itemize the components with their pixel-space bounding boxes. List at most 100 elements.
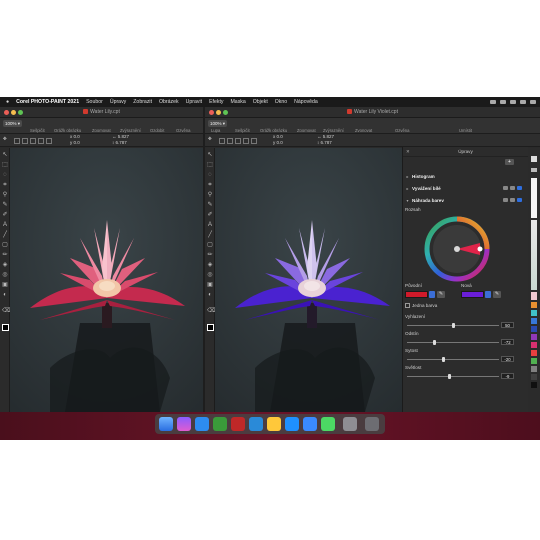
mode-icon[interactable] <box>38 138 44 144</box>
palette-swatch[interactable] <box>531 292 537 300</box>
visibility-icon[interactable] <box>503 186 508 190</box>
palette-swatch[interactable] <box>531 168 537 172</box>
original-eyedropper-icon[interactable]: ✎ <box>437 291 445 298</box>
zoom-tool-icon[interactable]: ⚲ <box>207 192 213 198</box>
clone-tool-icon[interactable]: ◎ <box>2 272 8 278</box>
right-canvas[interactable] <box>215 148 408 412</box>
toolbar-label[interactable]: Zoomovat <box>92 128 111 133</box>
original-color-dropdown[interactable] <box>429 291 435 298</box>
menu-soubor[interactable]: Soubor <box>86 99 103 105</box>
line-tool-icon[interactable]: ╱ <box>207 232 213 238</box>
apple-icon[interactable]: ● <box>6 99 9 105</box>
brush-tool-icon[interactable]: ✐ <box>2 212 8 218</box>
app-icon[interactable] <box>249 417 263 431</box>
paint-tool-icon[interactable]: ✏ <box>207 252 213 258</box>
new-eyedropper-icon[interactable]: ✎ <box>493 291 501 298</box>
mode-icon[interactable] <box>22 138 28 144</box>
lightness-slider-track[interactable] <box>407 376 499 377</box>
toolbar-label[interactable]: Orážk obrázku <box>260 128 287 133</box>
palette-swatch[interactable] <box>531 220 537 290</box>
smoothing-slider-knob[interactable] <box>451 323 455 328</box>
toolbar-label[interactable]: Orážk obrázku <box>54 128 81 133</box>
text-tool-icon[interactable]: A <box>2 222 8 228</box>
corel-app-icon[interactable] <box>213 417 227 431</box>
transparency-tool-icon[interactable]: ◐ <box>207 292 213 298</box>
line-tool-icon[interactable]: ╱ <box>2 232 8 238</box>
effect-tool-icon[interactable]: ▣ <box>2 282 8 288</box>
zoom-select[interactable]: 100% ▾ <box>208 120 228 127</box>
lightness-value[interactable]: -9 <box>501 373 514 379</box>
left-canvas[interactable] <box>10 148 203 412</box>
smoothing-value[interactable]: 50 <box>501 322 514 328</box>
expand-icon[interactable]: ▸ <box>403 174 412 179</box>
palette-swatch[interactable] <box>531 350 537 356</box>
eyedropper-tool-icon[interactable]: ✎ <box>2 202 8 208</box>
hue-slider-track[interactable] <box>407 342 499 343</box>
saturation-slider-track[interactable] <box>407 359 499 360</box>
menu-zobrazit[interactable]: Zobrazit <box>133 99 152 105</box>
saturation-slider-knob[interactable] <box>442 357 446 362</box>
menu-objekt[interactable]: Objekt <box>253 99 268 105</box>
mail-icon[interactable] <box>303 417 317 431</box>
expand-icon[interactable]: ▸ <box>403 186 412 191</box>
brush-tool-icon[interactable]: ✐ <box>207 212 213 218</box>
tray-icon[interactable] <box>510 100 516 104</box>
toolbar-label[interactable]: Lupa <box>211 128 220 133</box>
lasso-tool-icon[interactable]: ◌ <box>2 172 8 178</box>
palette-swatch[interactable] <box>531 326 537 332</box>
enabled-checkbox[interactable] <box>517 186 522 190</box>
toolbar-label[interactable]: Ozvěna <box>395 128 409 133</box>
palette-swatch[interactable] <box>531 156 537 162</box>
photos-icon[interactable] <box>267 417 281 431</box>
menu-obrazek[interactable]: Obrázek <box>159 99 179 105</box>
pointer-tool-icon[interactable]: ↖ <box>2 152 8 158</box>
shape-tool-icon[interactable]: ▢ <box>207 242 213 248</box>
eyedropper-tool-icon[interactable]: ✎ <box>207 202 213 208</box>
tray-icon[interactable] <box>520 100 526 104</box>
foreground-color-swatch[interactable] <box>207 324 214 331</box>
adjustment-item-histogram[interactable]: ▸ Histogram <box>403 172 528 180</box>
menu-upravit[interactable]: Upravit <box>186 99 202 105</box>
move-tool-icon[interactable]: ✥ <box>208 136 212 142</box>
pointer-tool-icon[interactable]: ↖ <box>207 152 213 158</box>
system-preferences-icon[interactable] <box>343 417 357 431</box>
fill-tool-icon[interactable]: ◈ <box>2 262 8 268</box>
siri-icon[interactable] <box>177 417 191 431</box>
palette-swatch[interactable] <box>531 382 537 388</box>
toolbar-label[interactable]: Zvýraznění <box>120 128 141 133</box>
clone-tool-icon[interactable]: ◎ <box>207 272 213 278</box>
eraser-tool-icon[interactable]: ⌫ <box>207 308 215 314</box>
tray-icon[interactable] <box>490 100 496 104</box>
palette-swatch[interactable] <box>531 342 537 348</box>
crop-tool-icon[interactable]: ⌗ <box>2 182 8 188</box>
mode-icon[interactable] <box>251 138 257 144</box>
effect-tool-icon[interactable]: ▣ <box>207 282 213 288</box>
tray-icon[interactable] <box>530 100 536 104</box>
new-color-dropdown[interactable] <box>485 291 491 298</box>
zoom-select[interactable]: 100% ▾ <box>3 120 23 127</box>
settings-icon[interactable] <box>510 186 515 190</box>
text-tool-icon[interactable]: A <box>207 222 213 228</box>
visibility-icon[interactable] <box>503 198 508 202</box>
enabled-checkbox[interactable] <box>517 198 522 202</box>
mode-icon[interactable] <box>30 138 36 144</box>
palette-swatch[interactable] <box>531 358 537 364</box>
toolbar-label[interactable]: Sešpičit <box>235 128 250 133</box>
safari-icon[interactable] <box>195 417 209 431</box>
app-store-icon[interactable] <box>285 417 299 431</box>
height-field[interactable]: ↕ 6.787 <box>112 140 127 145</box>
palette-swatch[interactable] <box>531 318 537 324</box>
photo-paint-icon[interactable] <box>231 417 245 431</box>
height-field[interactable]: ↕ 6.787 <box>317 140 332 145</box>
transparency-tool-icon[interactable]: ◐ <box>2 292 8 298</box>
hue-range-wheel[interactable] <box>423 215 491 283</box>
menu-upravy[interactable]: Úpravy <box>110 99 126 105</box>
fill-tool-icon[interactable]: ◈ <box>207 262 213 268</box>
move-tool-icon[interactable]: ✥ <box>3 136 7 142</box>
palette-swatch[interactable] <box>531 374 537 380</box>
x-field[interactable]: x 0.0 <box>70 134 80 139</box>
palette-swatch[interactable] <box>531 302 537 308</box>
paint-tool-icon[interactable]: ✏ <box>2 252 8 258</box>
palette-swatch[interactable] <box>531 366 537 372</box>
eraser-tool-icon[interactable]: ⌫ <box>2 308 10 314</box>
